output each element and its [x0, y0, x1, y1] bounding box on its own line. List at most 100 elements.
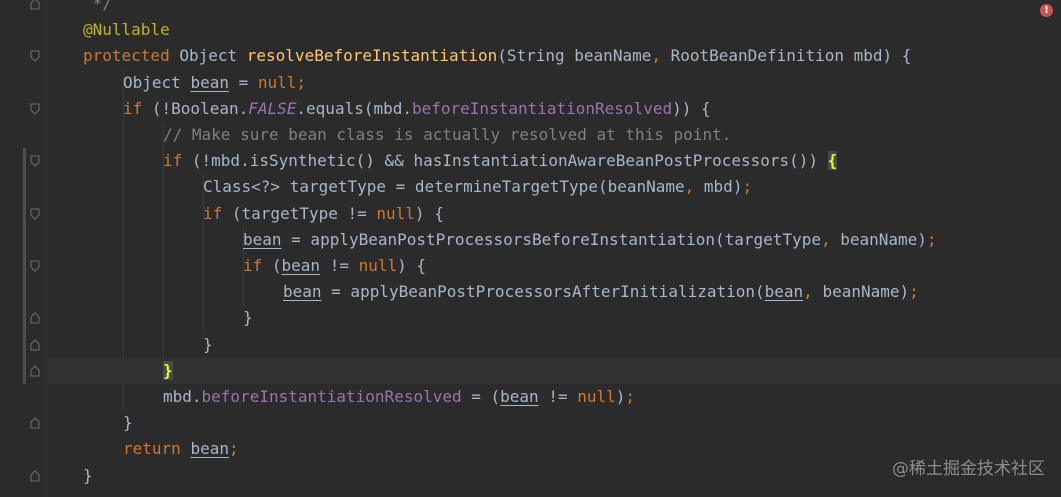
code-token: mbd) [694, 177, 743, 197]
code-token: bean [281, 256, 321, 275]
code-line[interactable]: return bean; [123, 436, 239, 462]
code-token: resolveBeforeInstantiation [246, 46, 498, 66]
code-token: ) [615, 387, 626, 406]
code-token: null [257, 72, 297, 92]
code-line[interactable]: if (targetType != null) { [203, 201, 444, 227]
vcs-change-marker[interactable] [23, 148, 26, 384]
code-token: , [820, 229, 831, 249]
code-token: } [203, 334, 213, 354]
code-line[interactable]: } [243, 305, 253, 331]
fold-collapse-icon[interactable] [30, 103, 40, 115]
code-token: != [320, 256, 359, 275]
code-token: ; [742, 177, 753, 197]
code-line[interactable]: if (!Boolean.FALSE.equals(mbd.beforeInst… [123, 96, 711, 122]
code-line[interactable]: Object bean = null; [123, 70, 306, 96]
code-token: beforeInstantiationResolved [412, 98, 673, 118]
code-token: null [358, 256, 398, 275]
code-token: if [123, 98, 143, 118]
code-token: , [684, 177, 695, 197]
code-token: ; [909, 282, 919, 302]
code-token: if [203, 203, 223, 223]
code-line[interactable]: Class<?> targetType = determineTargetTyp… [203, 174, 752, 200]
code-token: } [83, 465, 93, 485]
code-token: */ [83, 0, 112, 13]
code-line[interactable]: } [163, 358, 173, 384]
code-token: protected [83, 46, 170, 66]
code-token: (!Boolean. [142, 98, 249, 118]
code-line[interactable]: bean = applyBeanPostProcessorsBeforeInst… [243, 227, 937, 253]
fold-end-icon[interactable] [30, 338, 40, 351]
code-token: Class<?> targetType = determineTargetTyp… [203, 177, 685, 197]
code-token: .equals(mbd. [296, 98, 412, 118]
code-line[interactable]: } [83, 463, 93, 489]
code-line[interactable]: */ [83, 0, 112, 17]
fold-collapse-icon[interactable] [30, 50, 40, 63]
code-token: bean [190, 439, 229, 459]
code-token: ) { [414, 203, 444, 223]
fold-collapse-icon[interactable] [30, 155, 40, 167]
code-token: = ( [461, 387, 501, 406]
code-token: } [123, 413, 133, 433]
fold-end-icon[interactable] [30, 417, 40, 429]
fold-end-icon[interactable] [30, 312, 40, 324]
code-token: = [228, 72, 258, 92]
code-token: bean [243, 229, 282, 249]
fold-end-icon[interactable] [30, 0, 40, 10]
error-icon[interactable]: ! [1040, 4, 1053, 17]
code-token: Object [169, 46, 247, 66]
fold-collapse-icon[interactable] [30, 260, 40, 272]
editor-gutter[interactable] [0, 0, 48, 497]
code-editor[interactable]: */ @Nullable protected Object resolveBefor… [0, 0, 1061, 497]
code-token: null [376, 203, 415, 223]
code-line[interactable]: @Nullable [83, 17, 170, 43]
code-token: (!mbd.isSynthetic() && hasInstantiationA… [182, 151, 828, 171]
code-token: beforeInstantiationResolved [201, 387, 462, 406]
fold-end-icon[interactable] [30, 469, 40, 482]
code-token: bean [190, 72, 229, 92]
code-token: FALSE [248, 98, 297, 118]
code-token: != [538, 387, 578, 406]
code-token: Object [123, 72, 191, 92]
matched-brace: { [827, 151, 838, 171]
code-token: mbd. [163, 387, 202, 406]
code-token: beanName) [812, 282, 910, 302]
code-line[interactable]: if (!mbd.isSynthetic() && hasInstantiati… [163, 148, 838, 174]
code-token: (targetType != [222, 203, 377, 223]
code-token: , [803, 282, 813, 302]
code-token: if [163, 151, 183, 171]
code-line[interactable]: if (bean != null) { [243, 253, 426, 279]
code-token: )) { [672, 98, 711, 118]
code-line[interactable]: mbd.beforeInstantiationResolved = (bean … [163, 384, 635, 410]
code-token: RootBeanDefinition mbd) { [660, 46, 912, 66]
code-token: ) { [397, 256, 427, 275]
code-token: beanName) [830, 229, 927, 249]
code-token: if [243, 256, 263, 275]
code-token: // Make sure bean class is actually reso… [163, 125, 732, 144]
code-token: bean [500, 387, 539, 406]
code-line[interactable]: protected Object resolveBeforeInstantiat… [83, 43, 911, 69]
current-line-highlight [48, 357, 1061, 384]
code-line[interactable]: } [203, 332, 213, 358]
code-line[interactable]: } [123, 410, 133, 436]
code-token: bean [283, 282, 322, 302]
code-token: = applyBeanPostProcessorsAfterInitializa… [321, 282, 765, 302]
code-token: ; [625, 387, 636, 406]
code-token: } [243, 308, 253, 328]
code-token: ; [228, 439, 239, 459]
code-token: @Nullable [83, 20, 170, 40]
matched-brace: } [163, 360, 173, 380]
gutter-separator [46, 0, 47, 497]
code-token: = applyBeanPostProcessorsBeforeInstantia… [281, 229, 821, 249]
code-line[interactable]: bean = applyBeanPostProcessorsAfterIniti… [283, 279, 919, 305]
code-token: ; [926, 229, 937, 249]
code-token: (String beanName [497, 46, 652, 66]
code-line[interactable]: // Make sure bean class is actually reso… [163, 122, 731, 148]
code-token: , [651, 46, 661, 66]
code-token: ; [296, 72, 307, 92]
code-token: bean [764, 282, 804, 302]
fold-collapse-icon[interactable] [30, 208, 40, 220]
code-token: null [577, 387, 616, 406]
watermark: @稀土掘金技术社区 [892, 459, 1045, 479]
fold-end-icon[interactable] [30, 365, 40, 377]
